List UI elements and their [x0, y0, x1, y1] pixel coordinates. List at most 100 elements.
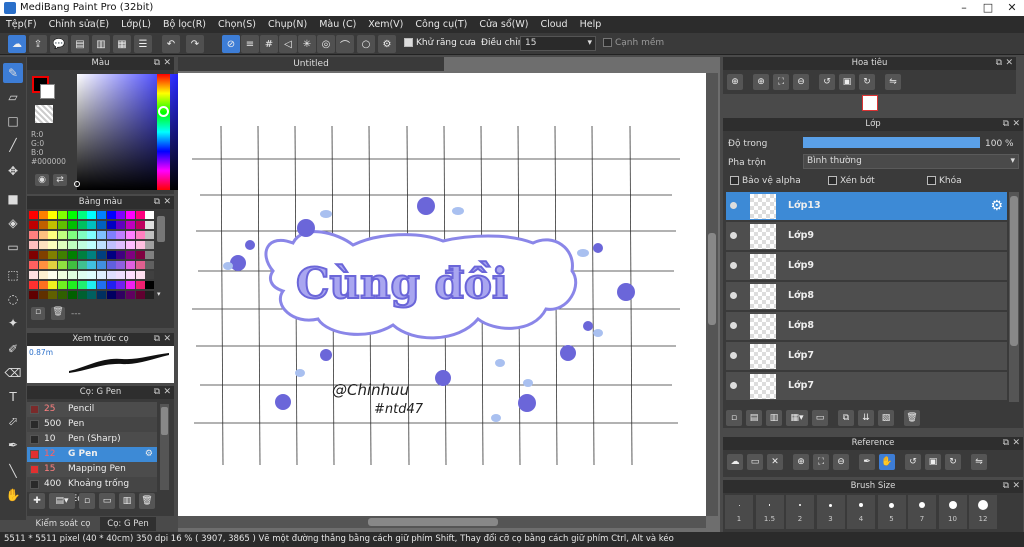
- palette-swatch[interactable]: [116, 211, 126, 219]
- new-halftone-layer-icon[interactable]: ▤: [746, 410, 762, 426]
- palette-swatch[interactable]: [38, 271, 48, 279]
- select-pen-icon[interactable]: ✐: [3, 339, 23, 359]
- comment-icon[interactable]: 💬: [50, 35, 68, 53]
- brush-size-option[interactable]: 5: [877, 495, 906, 529]
- palette-swatch[interactable]: [77, 211, 87, 219]
- curve-snap-icon[interactable]: ⌒: [336, 35, 354, 53]
- minimize-button[interactable]: –: [952, 0, 976, 16]
- palette-swatch[interactable]: [87, 221, 97, 229]
- close-icon[interactable]: ✕: [1012, 480, 1020, 493]
- clip-toggle[interactable]: Xén bớt: [828, 176, 875, 186]
- menu-cloud[interactable]: Cloud: [534, 16, 573, 33]
- transparent-swatch[interactable]: [35, 105, 53, 123]
- undo-button[interactable]: ↶: [162, 35, 180, 53]
- brush-options-icon[interactable]: ▥: [119, 493, 135, 509]
- menu-help[interactable]: Help: [574, 16, 608, 33]
- rotate-left-icon[interactable]: ↺: [905, 454, 921, 470]
- palette-swatch[interactable]: [58, 231, 68, 239]
- palette-swatch[interactable]: [58, 251, 68, 259]
- close-icon[interactable]: ✕: [1012, 118, 1020, 131]
- palette-swatch[interactable]: [116, 251, 126, 259]
- parallel-snap-icon[interactable]: ≡: [241, 35, 259, 53]
- brush-menu-icon[interactable]: ▤▾: [49, 493, 75, 509]
- brush-item[interactable]: 12 G Pen ⚙: [27, 447, 157, 462]
- palette-swatch[interactable]: [87, 271, 97, 279]
- palette-swatch[interactable]: [135, 261, 145, 269]
- close-icon[interactable]: ✕: [163, 333, 171, 346]
- eyedropper-icon[interactable]: ✒: [859, 454, 875, 470]
- palette-swatch[interactable]: [29, 251, 38, 259]
- palette-swatch[interactable]: [48, 261, 58, 269]
- close-window-button[interactable]: ✕: [1000, 0, 1024, 16]
- palette-swatch[interactable]: [126, 221, 135, 229]
- snap-settings-icon[interactable]: ⚙: [378, 35, 396, 53]
- palette-swatch[interactable]: [145, 211, 155, 219]
- palette-swatch[interactable]: [135, 271, 145, 279]
- palette-swatch[interactable]: [29, 291, 38, 299]
- magic-wand-icon[interactable]: ✦: [3, 313, 23, 333]
- palette-swatch[interactable]: [77, 271, 87, 279]
- palette-swatch[interactable]: [106, 211, 116, 219]
- palette-swatch[interactable]: [87, 281, 97, 289]
- palette-swatch[interactable]: [96, 261, 106, 269]
- palette-swatch[interactable]: [67, 291, 77, 299]
- tab-brush-name[interactable]: Cọ: G Pen: [100, 517, 156, 531]
- layer-row[interactable]: Lớp9: [726, 222, 1007, 251]
- palette-swatch[interactable]: [96, 291, 106, 299]
- palette-swatch[interactable]: [96, 211, 106, 219]
- palette-swatch[interactable]: [29, 261, 38, 269]
- zoom-out-icon[interactable]: ⊖: [793, 74, 809, 90]
- palette-swatch[interactable]: [106, 231, 116, 239]
- new-brush-icon[interactable]: ▫: [79, 493, 95, 509]
- palette-swatch[interactable]: [106, 241, 116, 249]
- palette-swatch[interactable]: [135, 221, 145, 229]
- palette-swatch[interactable]: [145, 221, 155, 229]
- close-icon[interactable]: ✕: [1012, 437, 1020, 450]
- palette-swatch[interactable]: [135, 231, 145, 239]
- palette-swatch[interactable]: [38, 251, 48, 259]
- fit-window-icon[interactable]: ⛶: [773, 74, 789, 90]
- undock-icon[interactable]: ⧉: [1003, 118, 1009, 131]
- palette-swatch[interactable]: [67, 261, 77, 269]
- sub-color-swatch[interactable]: [40, 84, 55, 99]
- flip-icon[interactable]: ⇋: [885, 74, 901, 90]
- correction-dropdown[interactable]: 15 ▾: [520, 36, 596, 51]
- palette-swatch[interactable]: [96, 231, 106, 239]
- palette-swatch[interactable]: [126, 281, 135, 289]
- select-eraser-icon[interactable]: ⌫: [3, 363, 23, 383]
- palette-swatch[interactable]: [77, 231, 87, 239]
- text-tool-icon[interactable]: T: [3, 387, 23, 407]
- redo-button[interactable]: ↷: [186, 35, 204, 53]
- palette-scrollbar[interactable]: [157, 216, 165, 242]
- palette-swatch[interactable]: [58, 211, 68, 219]
- visibility-icon[interactable]: [730, 322, 737, 329]
- palette-swatch[interactable]: [96, 281, 106, 289]
- layer-scrollbar[interactable]: [1009, 192, 1019, 402]
- palette-swatch[interactable]: [29, 231, 38, 239]
- fill-rect-tool-icon[interactable]: ■: [3, 189, 23, 209]
- palette-swatch[interactable]: [77, 261, 87, 269]
- palette-swatch[interactable]: [116, 281, 126, 289]
- hue-slider[interactable]: [157, 74, 170, 190]
- page-icon[interactable]: ▥: [92, 35, 110, 53]
- palette-swatch[interactable]: [145, 251, 155, 259]
- palette-swatch[interactable]: [38, 231, 48, 239]
- gradient-tool-icon[interactable]: ▭: [3, 237, 23, 257]
- radial-snap-icon[interactable]: ✳: [298, 35, 316, 53]
- palette-swatch[interactable]: [77, 221, 87, 229]
- gear-icon[interactable]: ⚙: [145, 447, 153, 462]
- close-ref-icon[interactable]: ✕: [767, 454, 783, 470]
- visibility-icon[interactable]: [730, 202, 737, 209]
- palette-swatch[interactable]: [96, 241, 106, 249]
- new-layer-icon[interactable]: ▫: [726, 410, 742, 426]
- rotate-right-icon[interactable]: ↻: [945, 454, 961, 470]
- visibility-icon[interactable]: [730, 382, 737, 389]
- palette-swatch[interactable]: [96, 271, 106, 279]
- palette-swatch[interactable]: [135, 281, 145, 289]
- lasso-tool-icon[interactable]: ◌: [3, 289, 23, 309]
- duplicate-layer-icon[interactable]: ⧉: [838, 410, 854, 426]
- palette-swatch[interactable]: [48, 271, 58, 279]
- vanish-snap-icon[interactable]: ◁: [279, 35, 297, 53]
- palette-swatch[interactable]: [38, 281, 48, 289]
- visibility-icon[interactable]: [730, 292, 737, 299]
